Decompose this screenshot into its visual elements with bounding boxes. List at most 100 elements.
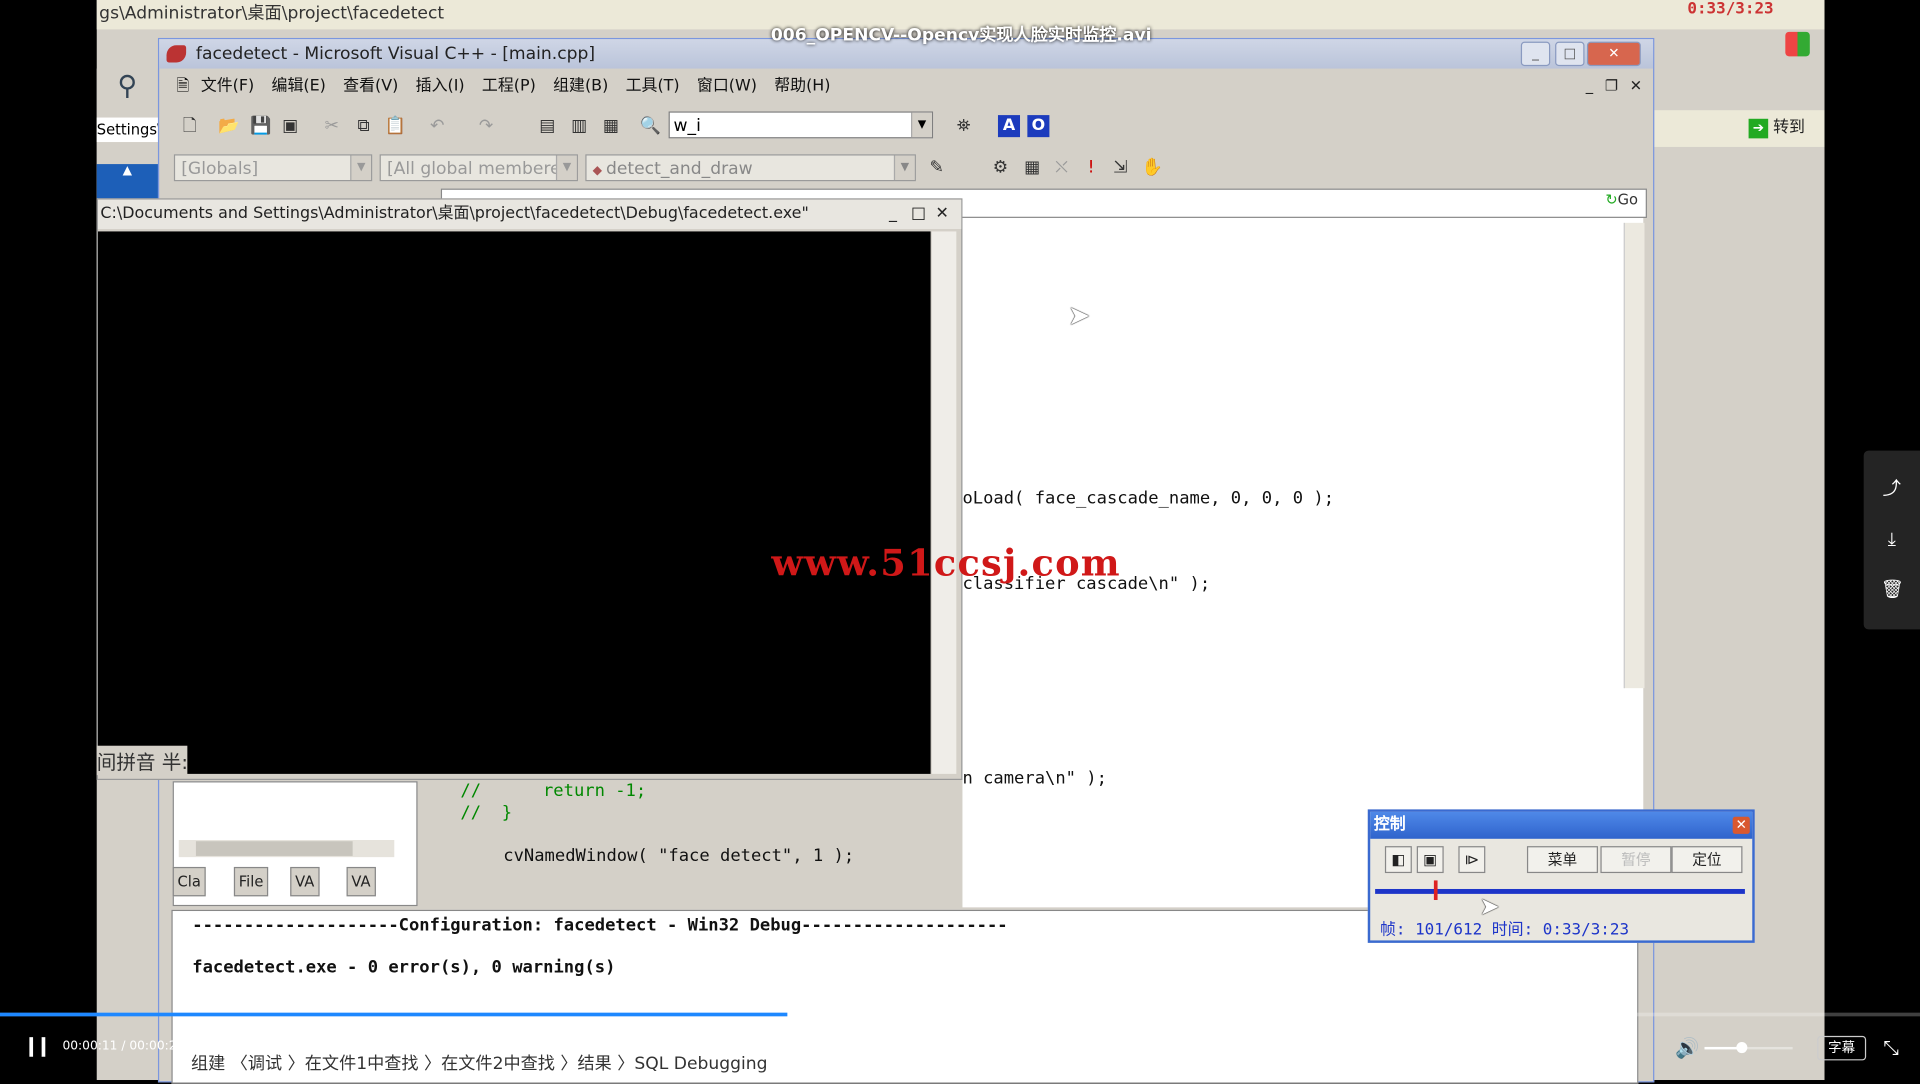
open-folder-icon[interactable]: 📂 <box>218 115 240 137</box>
execute-icon[interactable]: ! <box>1080 157 1102 179</box>
o-toggle-button[interactable]: O <box>1027 115 1050 138</box>
close-icon[interactable]: ✕ <box>1732 816 1750 834</box>
frame-slider-track[interactable] <box>1375 888 1745 894</box>
new-file-icon[interactable]: 🗋 <box>179 115 201 137</box>
build-icon[interactable]: ▦ <box>1021 157 1043 179</box>
menu-insert[interactable]: 插入(I) <box>416 71 465 103</box>
frame-status: 帧: 101/612 时间: 0:33/3:23 <box>1380 920 1630 940</box>
chevron-down-icon[interactable]: ▼ <box>555 155 577 181</box>
class-pane-hscroll[interactable] <box>178 840 395 858</box>
video-title: 006_OPENCV--Opencv实现人脸实时监控.avi <box>770 25 1152 46</box>
workspace-tabs: Cla File VA VA <box>172 866 418 897</box>
output-window-icon[interactable]: ▥ <box>568 115 590 137</box>
stop-button[interactable]: ▣ <box>1416 846 1444 874</box>
window-list-icon[interactable]: ▦ <box>600 115 622 137</box>
next-frame-button[interactable]: ⧐ <box>1458 846 1486 874</box>
mdi-restore-button[interactable]: ❐ <box>1602 76 1622 96</box>
members-combo[interactable]: [All global membere ▼ <box>379 154 578 182</box>
locate-button[interactable]: 定位 <box>1671 846 1743 874</box>
mdi-close-button[interactable]: ✕ <box>1626 76 1646 96</box>
paste-icon[interactable]: 📋 <box>384 115 406 137</box>
exit-fullscreen-icon[interactable]: ⤡ <box>1883 1036 1899 1060</box>
editor-scrollbar[interactable] <box>1623 222 1645 689</box>
mdi-minimize-button[interactable]: _ <box>1580 76 1600 96</box>
close-button[interactable]: ✕ <box>1586 41 1641 67</box>
console-scrollbar[interactable] <box>931 231 957 774</box>
pause-icon <box>41 1037 46 1057</box>
a-toggle-button[interactable]: A <box>997 115 1021 138</box>
search-icon[interactable]: ⚲ <box>118 71 138 102</box>
playback-control-panel: 控制 ✕ ◧ ▣ ⧐ 菜单 暂停 定位 帧: 101/612 时间: 0:33/… <box>1367 809 1755 943</box>
code-comment: // } <box>460 803 513 823</box>
menu-window[interactable]: 窗口(W) <box>697 71 757 103</box>
pause-button[interactable]: 暂停 <box>1600 846 1672 874</box>
cut-icon[interactable]: ✂ <box>321 115 343 137</box>
menu-edit[interactable]: 编辑(E) <box>272 71 326 103</box>
volume-icon[interactable]: 🔊 <box>1675 1036 1699 1059</box>
download-icon[interactable]: ⤓ <box>1881 528 1903 550</box>
tab-fileview[interactable]: File <box>233 866 269 897</box>
chevron-down-icon[interactable]: ▼ <box>893 155 915 181</box>
goto-button[interactable]: ➔ 转到 <box>1748 116 1818 140</box>
windows-logo-icon <box>1785 31 1810 57</box>
doc-icon: 🗎 <box>176 77 190 96</box>
redo-icon[interactable]: ↷ <box>475 115 497 137</box>
chevron-down-icon[interactable]: ▼ <box>911 112 932 138</box>
console-maximize-button[interactable]: □ <box>911 200 926 229</box>
workspace-icon[interactable]: ▤ <box>536 115 558 137</box>
copy-icon[interactable]: ⧉ <box>353 115 375 137</box>
breakpoint-icon[interactable]: ✋ <box>1141 157 1163 179</box>
menu-file[interactable]: 文件(F) <box>201 71 254 103</box>
save-all-icon[interactable]: ▣ <box>279 115 301 137</box>
settings-tab[interactable]: Settings\ <box>96 117 158 143</box>
tab-classview[interactable]: Cla <box>172 866 206 897</box>
save-icon[interactable]: 💾 <box>250 115 272 137</box>
delete-icon[interactable]: 🗑 <box>1881 578 1904 600</box>
minimize-button[interactable]: _ <box>1520 41 1551 67</box>
side-pane-header: ▲ <box>96 164 158 199</box>
wizard-action-icon[interactable]: ✎ <box>926 157 948 179</box>
pause-button[interactable] <box>27 1035 49 1059</box>
go-debug-icon[interactable]: ⇲ <box>1109 157 1131 179</box>
scroll-thumb[interactable] <box>195 841 353 856</box>
code-line: oLoad( face_cascade_name, 0, 0, 0 ); <box>962 488 1335 509</box>
console-output[interactable] <box>97 231 931 774</box>
tab-va-2[interactable]: VA <box>346 866 376 897</box>
code-line: n camera\n" ); <box>962 768 1107 789</box>
find-binoculars-icon[interactable]: ⛯ <box>953 115 975 137</box>
console-close-button[interactable]: ✕ <box>936 200 949 229</box>
tab-va-1[interactable]: VA <box>290 866 320 897</box>
pause-icon <box>29 1037 34 1057</box>
menu-help[interactable]: 帮助(H) <box>774 71 830 103</box>
stop-build-icon[interactable]: ⛌ <box>1051 157 1073 179</box>
find-combo[interactable]: w_i ▼ <box>668 111 934 139</box>
menu-tools[interactable]: 工具(T) <box>626 71 680 103</box>
subtitle-button[interactable]: 字幕 <box>1817 1035 1867 1061</box>
menu-build[interactable]: 组建(B) <box>553 71 608 103</box>
menu-button[interactable]: 菜单 <box>1526 846 1598 874</box>
prev-frame-button[interactable]: ◧ <box>1384 846 1412 874</box>
video-frame: gs\Administrator\桌面\project\facedetect 0… <box>0 0 1920 1084</box>
menu-project[interactable]: 工程(P) <box>482 71 536 103</box>
console-window: C:\Documents and Settings\Administrator\… <box>96 198 963 781</box>
progress-fill <box>0 1012 788 1017</box>
find-in-files-icon[interactable]: 🔍 <box>639 115 661 137</box>
chevron-down-icon[interactable]: ▼ <box>350 155 372 181</box>
maximize-button[interactable]: □ <box>1555 41 1585 67</box>
output-config-line: --------------------Configuration: faced… <box>192 915 1008 936</box>
output-result-line: facedetect.exe - 0 error(s), 0 warning(s… <box>192 957 616 978</box>
vc-window-title: facedetect - Microsoft Visual C++ - [mai… <box>195 44 596 64</box>
compile-icon[interactable]: ⚙ <box>989 157 1011 179</box>
function-combo[interactable]: ◆ detect_and_draw ▼ <box>585 154 916 182</box>
go-button[interactable]: ↻Go <box>1605 191 1644 213</box>
console-titlebar: C:\Documents and Settings\Administrator\… <box>97 199 962 229</box>
share-icon[interactable]: ⤴ <box>1881 478 1903 500</box>
output-tabs[interactable]: 组建 〈调试 〉在文件1中查找 〉在文件2中查找 〉结果 〉SQL Debugg… <box>191 1051 926 1078</box>
ime-status: 间拼音 半: <box>96 745 188 776</box>
mouse-cursor-icon: ➤ <box>1067 301 1091 332</box>
menu-view[interactable]: 查看(V) <box>343 71 398 103</box>
frame-slider-knob[interactable] <box>1434 880 1438 901</box>
console-minimize-button[interactable]: _ <box>889 200 897 229</box>
class-combo[interactable]: [Globals] ▼ <box>173 154 373 182</box>
undo-icon[interactable]: ↶ <box>426 115 448 137</box>
